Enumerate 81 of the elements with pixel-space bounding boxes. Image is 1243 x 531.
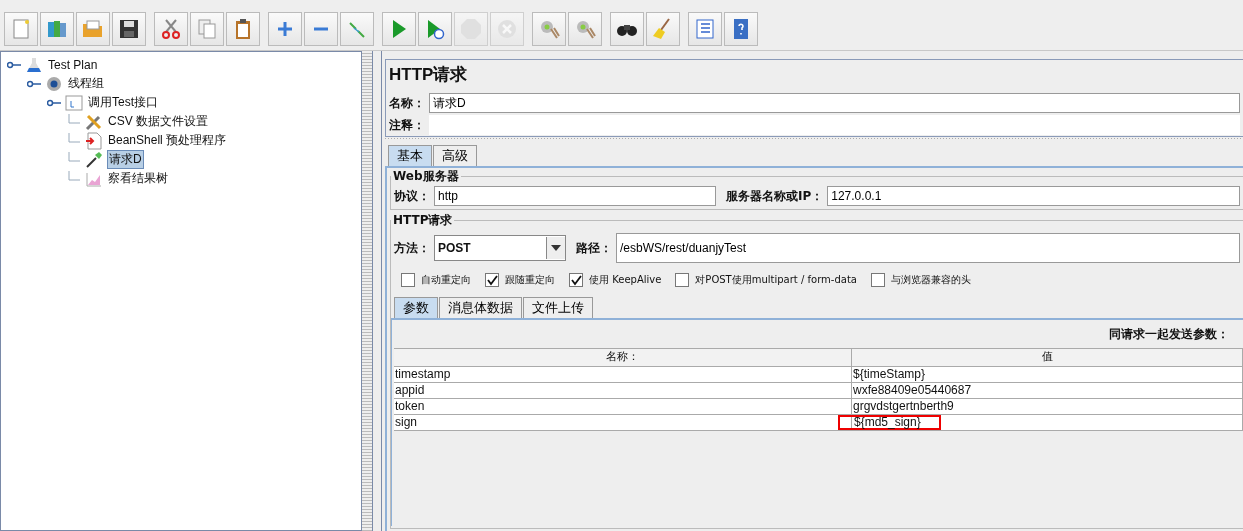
checkbox[interactable] bbox=[870, 273, 885, 287]
tree-handle-icon[interactable] bbox=[7, 59, 21, 70]
tree-item[interactable]: Test Plan bbox=[47, 57, 99, 72]
tree-item[interactable]: CSV 数据文件设置 bbox=[107, 113, 209, 130]
help-button[interactable] bbox=[724, 12, 758, 46]
table-caption: 同请求一起发送参数： bbox=[1108, 326, 1230, 343]
tree-item[interactable]: 察看结果树 bbox=[107, 170, 169, 187]
plan-icon bbox=[25, 55, 43, 74]
clear-button[interactable] bbox=[532, 12, 566, 46]
table-cell: grgvdstgertnberth9 bbox=[853, 399, 954, 414]
toggle-button[interactable] bbox=[340, 12, 374, 46]
tab[interactable]: 参数 bbox=[394, 297, 438, 318]
scissors-icon bbox=[159, 17, 183, 41]
tree-item[interactable]: 调用Test接口 bbox=[87, 94, 159, 111]
column-header: 名称： bbox=[394, 349, 852, 367]
checkbox[interactable] bbox=[401, 273, 415, 287]
start-no-pause-button[interactable] bbox=[418, 12, 452, 46]
preprocessor-icon bbox=[85, 131, 103, 150]
table-cell: ${timeStamp} bbox=[853, 367, 926, 382]
table-cell: timestamp bbox=[394, 367, 852, 383]
start-button[interactable] bbox=[382, 12, 416, 46]
tab[interactable]: 消息体数据 bbox=[439, 297, 522, 318]
field-label: 路径： bbox=[576, 239, 612, 257]
tab[interactable]: 基本 bbox=[388, 145, 432, 166]
checkbox-label: 使用 KeepAlive bbox=[589, 273, 662, 287]
paste-button[interactable] bbox=[226, 12, 260, 46]
tree-line-icon bbox=[68, 114, 80, 124]
comment-field[interactable] bbox=[429, 115, 1240, 135]
group-title: Web服务器 bbox=[392, 168, 460, 185]
tree-line-icon bbox=[68, 171, 80, 181]
function-helper-button[interactable] bbox=[688, 12, 722, 46]
checkbox-label: 对POST使用multipart / form-data bbox=[695, 273, 857, 287]
tree-handle-icon[interactable] bbox=[27, 78, 41, 89]
field-label: 注释： bbox=[389, 116, 425, 134]
protocol-field[interactable]: http bbox=[434, 186, 716, 206]
field-label: 服务器名称或IP： bbox=[726, 187, 824, 205]
path-field[interactable]: /esbWS/rest/duanjyTest bbox=[616, 233, 1240, 263]
name-field[interactable]: 请求D bbox=[429, 93, 1240, 113]
tree-item[interactable]: 线程组 bbox=[67, 75, 105, 92]
caret-icon bbox=[551, 245, 561, 251]
tab[interactable]: 文件上传 bbox=[523, 297, 593, 318]
tree-handle-icon[interactable] bbox=[47, 97, 61, 108]
templates-button[interactable] bbox=[40, 12, 74, 46]
controller-icon bbox=[65, 93, 83, 112]
sampler-icon bbox=[85, 150, 103, 169]
table-cell: ${md5_sign} bbox=[838, 415, 941, 430]
checkbox[interactable] bbox=[485, 273, 499, 287]
tree-item[interactable]: 请求D bbox=[107, 150, 144, 169]
threads-icon bbox=[45, 74, 63, 93]
tab[interactable]: 高级 bbox=[433, 145, 477, 166]
checkbox-label: 自动重定向 bbox=[421, 273, 471, 287]
group-title: HTTP请求 bbox=[392, 212, 454, 229]
checkbox[interactable] bbox=[569, 273, 583, 287]
clear-all-button[interactable] bbox=[568, 12, 602, 46]
tree-item[interactable]: BeanShell 预处理程序 bbox=[107, 132, 228, 149]
checkbox-label: 跟随重定向 bbox=[505, 273, 555, 287]
table-cell: sign bbox=[394, 415, 852, 431]
search-button[interactable] bbox=[610, 12, 644, 46]
panel-title: HTTP请求 bbox=[388, 64, 469, 86]
method-dropdown[interactable]: POST bbox=[434, 235, 566, 261]
field-label: 名称： bbox=[389, 94, 425, 112]
splitter[interactable] bbox=[362, 51, 373, 531]
cut-button[interactable] bbox=[154, 12, 188, 46]
table-cell: token bbox=[394, 399, 852, 415]
field-label: 方法： bbox=[394, 239, 430, 257]
expand-button[interactable] bbox=[268, 12, 302, 46]
tree-line-icon bbox=[68, 133, 80, 143]
table-cell: wxfe88409e05440687 bbox=[853, 383, 972, 398]
collapse-button[interactable] bbox=[304, 12, 338, 46]
checkbox[interactable] bbox=[675, 273, 690, 287]
config-icon bbox=[85, 112, 103, 131]
field-label: 协议： bbox=[394, 187, 430, 205]
save-button[interactable] bbox=[112, 12, 146, 46]
column-header: 值 bbox=[852, 349, 1243, 367]
list-icon bbox=[693, 17, 717, 41]
table-cell: appid bbox=[394, 383, 852, 399]
checkbox-label: 与浏览器兼容的头 bbox=[890, 273, 971, 287]
copy-icon bbox=[195, 17, 219, 41]
tree-line-icon bbox=[68, 152, 80, 162]
server-field[interactable]: 127.0.0.1 bbox=[827, 186, 1240, 206]
close-icon bbox=[495, 17, 519, 41]
